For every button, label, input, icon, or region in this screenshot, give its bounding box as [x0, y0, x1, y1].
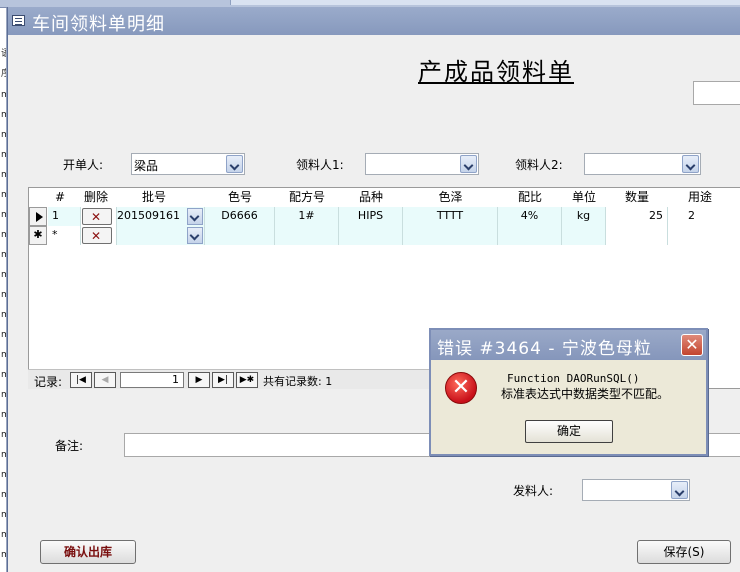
cell-batch[interactable]: 201509161: [117, 207, 205, 226]
delete-icon: ✕: [91, 210, 102, 224]
dispatcher-combo[interactable]: [582, 479, 690, 501]
new-cell-unit[interactable]: [562, 226, 606, 245]
save-button[interactable]: 保存(S): [637, 540, 731, 564]
cell-color-no[interactable]: D6666: [205, 207, 275, 226]
form-window: 车间领料单明细 产成品领料单 开单人: 梁品 领料人1: 领料人2: # 删除 …: [7, 7, 740, 572]
delete-icon: ✕: [91, 229, 102, 243]
ok-button[interactable]: 确定: [525, 420, 613, 443]
col-header-qty[interactable]: 数量: [606, 188, 668, 206]
error-icon: ✕: [445, 372, 477, 404]
new-cell-ratio[interactable]: [498, 226, 562, 245]
background-left-panel: 语序mmmmmmmmmmmmmmmmmmmmmmmm: [0, 8, 7, 572]
confirm-issue-button[interactable]: 确认出库: [40, 540, 136, 564]
form-heading: 产成品领料单: [418, 58, 574, 86]
dialog-title: 错误 #3464 - 宁波色母粒: [437, 339, 652, 359]
new-row-index: *: [48, 226, 81, 245]
record-navigation: 记录: |◀ ◀ 1 ▶ ▶| ▶✱ 共有记录数: 1: [28, 369, 448, 389]
cell-usage[interactable]: 2: [668, 207, 740, 226]
col-header-unit[interactable]: 单位: [562, 188, 606, 206]
chevron-down-icon[interactable]: [187, 208, 203, 225]
cell-index: 1: [48, 207, 81, 226]
record-count: 共有记录数: 1: [263, 375, 333, 388]
chevron-down-icon[interactable]: [187, 227, 203, 244]
cell-shade[interactable]: TTTT: [403, 207, 498, 226]
first-record-button[interactable]: |◀: [70, 372, 92, 388]
new-cell-shade[interactable]: [403, 226, 498, 245]
error-message-text: 标准表达式中数据类型不匹配。: [501, 387, 670, 401]
chevron-down-icon[interactable]: [460, 155, 477, 173]
table-row[interactable]: 1 ✕ 201509161 D6666 1# HIPS TTTT 4% kg 2…: [29, 207, 740, 226]
issuer-combo[interactable]: 梁品: [131, 153, 245, 175]
error-message-function: Function DAORunSQL(): [507, 372, 640, 385]
receiver2-label: 领料人2:: [515, 158, 563, 172]
error-dialog: 错误 #3464 - 宁波色母粒 ✕ ✕ Function DAORunSQL(…: [429, 328, 708, 456]
cell-ratio[interactable]: 4%: [498, 207, 562, 226]
record-selector[interactable]: [29, 207, 47, 226]
current-record-icon: [36, 212, 43, 222]
delete-row-button[interactable]: ✕: [82, 227, 112, 244]
cell-qty[interactable]: 25: [606, 207, 668, 226]
window-title: 车间领料单明细: [32, 14, 165, 35]
dialog-titlebar[interactable]: 错误 #3464 - 宁波色母粒 ✕: [431, 330, 706, 360]
cell-unit[interactable]: kg: [562, 207, 606, 226]
issuer-label: 开单人:: [63, 158, 104, 172]
new-record-selector[interactable]: ✱: [29, 226, 47, 245]
prev-record-button[interactable]: ◀: [94, 372, 116, 388]
issuer-value: 梁品: [134, 159, 159, 173]
record-position-input[interactable]: 1: [120, 372, 184, 388]
chevron-down-icon[interactable]: [226, 155, 243, 173]
new-cell-formula-no[interactable]: [275, 226, 339, 245]
batch-value: 201509161: [117, 209, 180, 222]
new-record-button[interactable]: ▶✱: [236, 372, 258, 388]
col-header-color-no[interactable]: 色号: [205, 188, 275, 206]
col-header-index[interactable]: #: [49, 188, 71, 206]
last-record-button[interactable]: ▶|: [212, 372, 234, 388]
window-titlebar[interactable]: 车间领料单明细: [8, 7, 740, 35]
next-record-button[interactable]: ▶: [188, 372, 210, 388]
dispatcher-label: 发料人:: [513, 484, 554, 498]
receiver1-combo[interactable]: [365, 153, 479, 175]
form-icon: [12, 15, 25, 26]
receiver2-combo[interactable]: [584, 153, 701, 175]
new-cell-color-no[interactable]: [205, 226, 275, 245]
col-header-delete[interactable]: 删除: [81, 188, 111, 206]
cell-delete: ✕: [81, 207, 117, 226]
col-header-batch[interactable]: 批号: [119, 188, 189, 206]
delete-row-button[interactable]: ✕: [82, 208, 112, 225]
chevron-down-icon[interactable]: [671, 481, 688, 499]
col-header-shade[interactable]: 色泽: [403, 188, 498, 206]
close-icon[interactable]: ✕: [681, 334, 703, 356]
col-header-formula-no[interactable]: 配方号: [275, 188, 339, 206]
new-cell-variety[interactable]: [339, 226, 403, 245]
new-record-row[interactable]: ✱ * ✕: [29, 226, 740, 245]
new-cell-usage[interactable]: [668, 226, 740, 245]
top-right-field[interactable]: [693, 81, 740, 105]
new-cell-delete: ✕: [81, 226, 117, 245]
remarks-label: 备注:: [55, 439, 84, 453]
receiver1-label: 领料人1:: [296, 158, 344, 172]
col-header-usage[interactable]: 用途: [668, 188, 732, 206]
cell-variety[interactable]: HIPS: [339, 207, 403, 226]
new-cell-qty[interactable]: [606, 226, 668, 245]
chevron-down-icon[interactable]: [682, 155, 699, 173]
new-cell-batch[interactable]: [117, 226, 205, 245]
col-header-variety[interactable]: 品种: [339, 188, 403, 206]
cell-formula-no[interactable]: 1#: [275, 207, 339, 226]
col-header-ratio[interactable]: 配比: [498, 188, 562, 206]
record-label: 记录:: [34, 375, 63, 389]
